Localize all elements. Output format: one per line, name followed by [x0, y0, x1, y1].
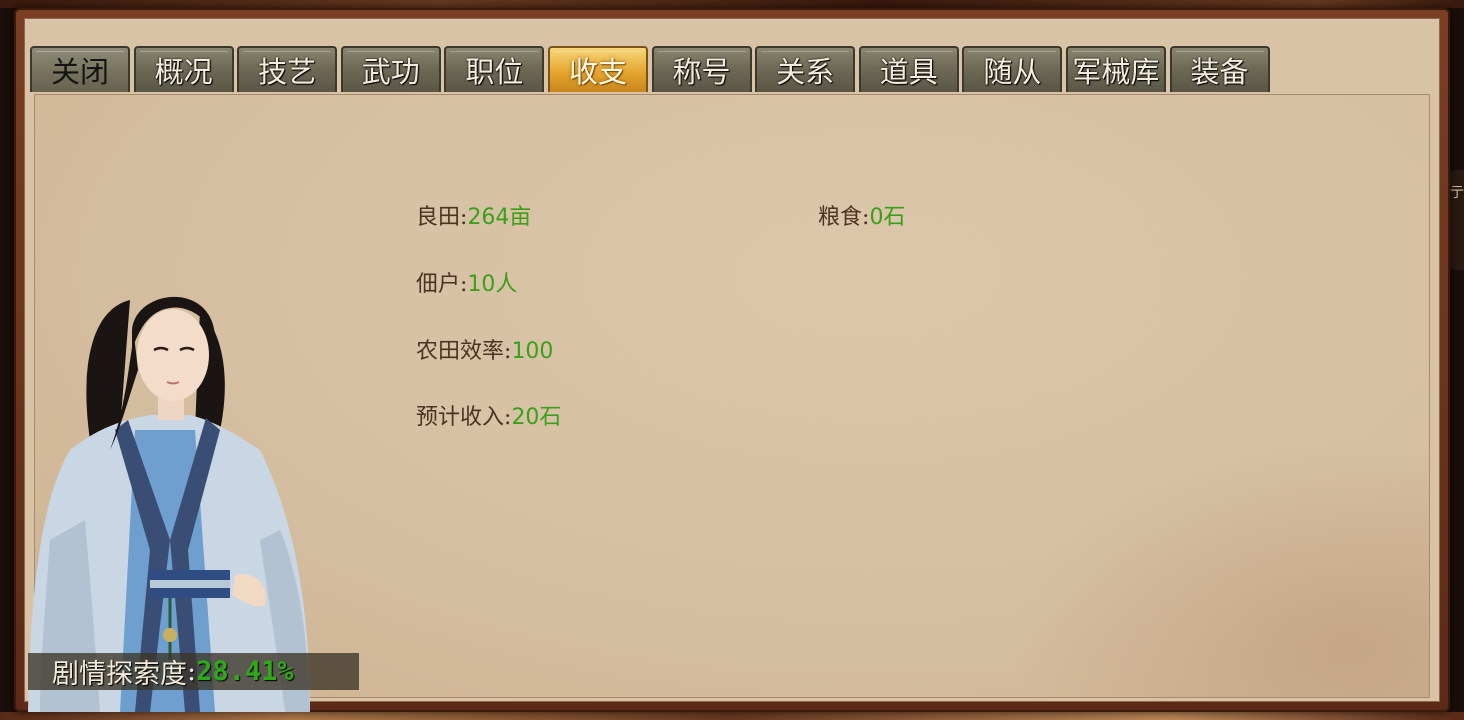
side-glyph: 亍 [1450, 185, 1464, 201]
character-portrait [28, 296, 310, 712]
tab-close[interactable]: 关闭 [30, 46, 130, 92]
tab-position[interactable]: 职位 [444, 46, 545, 92]
side-decoration: 亍 [1450, 170, 1464, 270]
stat-tenants: 佃户:10人 [416, 266, 517, 298]
stat-label: 预计收入 [416, 405, 505, 430]
tab-income[interactable]: 收支 [547, 46, 648, 92]
exploration-value: 28.41% [196, 656, 294, 687]
exploration-label: 剧情探索度 [52, 659, 187, 690]
stat-label: 佃户 [416, 272, 461, 297]
tab-items[interactable]: 道具 [858, 46, 959, 92]
tab-martial-arts[interactable]: 武功 [340, 46, 441, 92]
stat-value: 264亩 [467, 205, 532, 230]
stat-label: 粮食 [818, 205, 863, 230]
tab-skills[interactable]: 技艺 [237, 46, 338, 92]
stat-value: 20石 [511, 405, 562, 430]
tab-armory[interactable]: 军械库 [1065, 46, 1166, 92]
bottom-decoration [0, 712, 1464, 720]
stat-value: 0石 [869, 205, 906, 230]
top-decoration [0, 0, 1464, 8]
stat-farmland: 良田:264亩 [416, 199, 531, 231]
stat-expected-income: 预计收入:20石 [416, 399, 561, 431]
panel-wash [1009, 437, 1429, 697]
tab-titles[interactable]: 称号 [651, 46, 752, 92]
stat-value: 10人 [467, 272, 518, 297]
stat-efficiency: 农田效率:100 [416, 333, 553, 365]
tab-relations[interactable]: 关系 [755, 46, 856, 92]
exploration-separator: : [187, 656, 197, 687]
stat-label: 农田效率 [416, 339, 505, 364]
stat-label: 良田 [416, 205, 461, 230]
stat-grain: 粮食:0石 [818, 199, 905, 231]
tab-followers[interactable]: 随从 [962, 46, 1063, 92]
exploration-progress: 剧情探索度:28.41% [28, 653, 359, 690]
stat-value: 100 [511, 339, 554, 364]
tab-overview[interactable]: 概况 [133, 46, 234, 92]
tab-equipment[interactable]: 装备 [1169, 46, 1270, 92]
tab-bar: 关闭 概况 技艺 武功 职位 收支 称号 关系 道具 随从 军械库 装备 [30, 46, 1273, 94]
